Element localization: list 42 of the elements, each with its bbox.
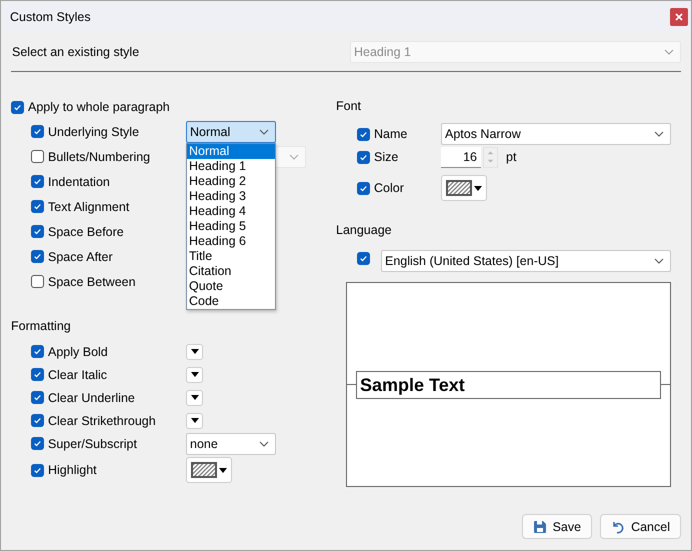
dropdown-item[interactable]: Quote	[187, 278, 275, 294]
dropdown-item[interactable]: Normal	[187, 144, 275, 158]
language-dropdown[interactable]: English (United States) [en-US]	[381, 250, 671, 272]
checkbox-label: Clear Underline	[48, 390, 136, 404]
window-title: Custom Styles	[10, 10, 91, 24]
checkbox-label: Apply Bold	[48, 344, 109, 358]
checkbox-label: Super/Subscript	[48, 436, 138, 450]
checkbox-label: Clear Strikethrough	[48, 414, 157, 428]
unit-label: pt	[506, 150, 516, 164]
dropdown-item[interactable]: Heading 1	[187, 158, 275, 174]
dropdown-item[interactable]: Code	[187, 294, 275, 308]
checkbox-label: Highlight	[48, 463, 98, 477]
checkbox-label: Underlying Style	[48, 124, 140, 138]
checkbox-label: Space Before	[48, 224, 125, 238]
subscript-dropdown[interactable]: none	[186, 432, 276, 454]
dropdown-item[interactable]: Heading 6	[187, 234, 275, 248]
checkbox-label: Color	[374, 181, 405, 195]
checkbox-label: Clear Italic	[48, 368, 108, 382]
dropdown-item[interactable]: Title	[187, 248, 275, 264]
checkbox-label: Space Between	[48, 274, 137, 288]
checkbox-label: Size	[374, 150, 400, 164]
checkbox-label: Indentation	[48, 174, 111, 188]
section-title: Language	[336, 222, 393, 238]
save-button[interactable]: Save	[522, 514, 592, 539]
font-dropdown[interactable]: Aptos Narrow	[441, 123, 671, 145]
dropdown-item[interactable]: Heading 2	[187, 174, 275, 188]
dropdown-item[interactable]: Heading 3	[187, 188, 275, 204]
field-label: Select an existing style	[12, 45, 140, 59]
style-dropdown[interactable]: Normal	[186, 120, 276, 142]
size-input[interactable]: 16	[441, 146, 481, 168]
cancel-button[interactable]: Cancel	[600, 514, 681, 539]
checkbox-label: Space After	[48, 250, 114, 264]
checkbox-label: Text Alignment	[48, 200, 130, 214]
dropdown-item[interactable]: Heading 4	[187, 204, 275, 218]
section-title: Font	[336, 98, 362, 114]
checkbox-label: Apply to whole paragraph	[28, 100, 170, 114]
sample-text: Sample Text	[356, 370, 661, 398]
dropdown-item[interactable]: Citation	[187, 264, 275, 278]
checkbox-label: Name	[374, 127, 408, 141]
section-title: Formatting	[11, 318, 72, 334]
dropdown-item[interactable]: Heading 5	[187, 218, 275, 234]
checkbox-label: Bullets/Numbering	[48, 150, 152, 164]
